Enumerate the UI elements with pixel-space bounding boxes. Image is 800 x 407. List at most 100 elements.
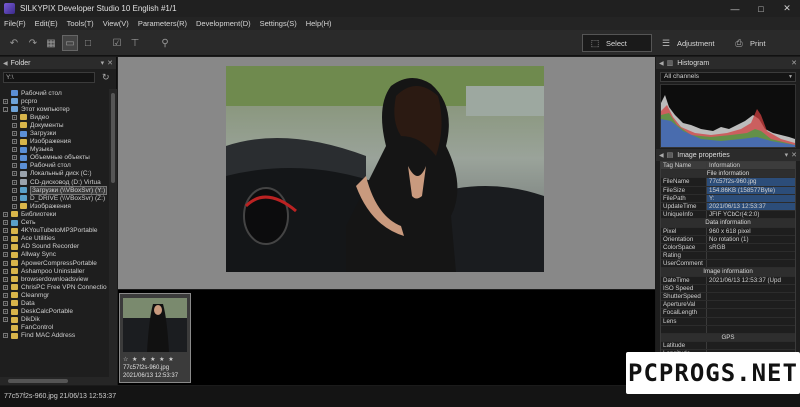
folder-tree-item[interactable]: + Объемные объекты <box>0 154 109 162</box>
folder-tree-item[interactable]: + Музыка <box>0 146 109 154</box>
expand-icon[interactable]: + <box>12 155 17 161</box>
expand-icon[interactable]: + <box>3 252 8 258</box>
properties-row[interactable]: FocalLength <box>661 309 795 318</box>
expand-icon[interactable]: + <box>3 300 8 306</box>
select-mode-button[interactable]: ⬚ Select <box>582 34 652 52</box>
menu-settings[interactable]: Settings(S) <box>260 19 297 28</box>
properties-row[interactable]: DateTime 2021/06/13 12:53:37 (Upd <box>661 276 795 285</box>
expand-icon[interactable]: + <box>3 317 8 323</box>
properties-row[interactable]: FilePath Y: <box>661 194 795 203</box>
expand-icon[interactable]: + <box>12 203 17 209</box>
menu-help[interactable]: Help(H) <box>306 19 332 28</box>
adjustment-mode-button[interactable]: ☰ Adjustment <box>660 34 730 52</box>
checkbox-icon[interactable]: ☑ <box>109 35 125 51</box>
folder-tree-item[interactable]: + Сеть <box>0 219 109 227</box>
refresh-icon[interactable]: ↻ <box>102 72 110 83</box>
maximize-button[interactable]: □ <box>748 0 774 17</box>
expand-icon[interactable]: + <box>3 333 8 339</box>
menu-edit[interactable]: Edit(E) <box>35 19 58 28</box>
image-viewer[interactable] <box>118 57 655 289</box>
expand-icon[interactable]: + <box>3 220 8 226</box>
folder-tree-item[interactable]: + Cleanmgr <box>0 291 109 299</box>
grid-view-icon[interactable]: ▦ <box>43 35 59 51</box>
histogram-channel-select[interactable]: All channels ▼ <box>660 72 796 82</box>
single-view-icon[interactable]: ▭ <box>62 35 78 51</box>
folder-tree-item[interactable]: + pcpro <box>0 97 109 105</box>
expand-icon[interactable]: + <box>3 244 8 250</box>
properties-section-header[interactable]: GPS <box>661 333 795 343</box>
properties-section-header[interactable]: File information <box>661 170 795 179</box>
expand-icon[interactable]: + <box>12 114 17 120</box>
folder-tree-item[interactable]: + Ace Utilities <box>0 235 109 243</box>
menu-tools[interactable]: Tools(T) <box>67 19 94 28</box>
folder-tree-item[interactable]: + Ashampoo Uninstaller <box>0 267 109 275</box>
expand-icon[interactable]: + <box>12 163 17 169</box>
folder-path-input[interactable] <box>3 71 95 83</box>
menu-parameters[interactable]: Parameters(R) <box>138 19 187 28</box>
collapse-arrow-icon[interactable]: ◀ <box>659 152 664 159</box>
expand-icon[interactable]: + <box>3 98 8 104</box>
expand-icon[interactable]: + <box>12 187 17 193</box>
properties-row[interactable]: FileName 77c57f2s-960.jpg <box>661 178 795 187</box>
print-mode-button[interactable]: ⎙ Print <box>733 34 793 52</box>
menu-view[interactable]: View(V) <box>103 19 129 28</box>
folder-tree-item[interactable]: + D_DRIVE (\\VBoxSvr) (Z:) <box>0 194 109 202</box>
properties-section-header[interactable]: Image information <box>661 268 795 277</box>
expand-icon[interactable]: + <box>12 147 17 153</box>
panel-close-icon[interactable]: ✕ <box>791 151 797 159</box>
properties-row[interactable]: Lens <box>661 317 795 326</box>
properties-row[interactable]: UniqueInfo JFIF YCbCr(4:2:0) <box>661 211 795 220</box>
folder-tree-item[interactable]: + DeskCalcPortable <box>0 308 109 316</box>
expand-icon[interactable]: + <box>3 276 8 282</box>
minimize-button[interactable]: — <box>722 0 748 17</box>
expand-icon[interactable]: + <box>12 195 17 201</box>
panel-menu-icon[interactable]: ▾ <box>101 59 105 67</box>
folder-tree-item[interactable]: + AD Sound Recorder <box>0 243 109 251</box>
straighten-icon[interactable]: ⊤ <box>127 35 143 51</box>
panel-close-icon[interactable]: ✕ <box>791 59 797 67</box>
expand-icon[interactable]: + <box>12 139 17 145</box>
properties-row[interactable]: UpdateTime 2021/06/13 12:53:37 <box>661 202 795 212</box>
collapse-arrow-icon[interactable]: ◀ <box>659 60 664 67</box>
properties-row[interactable]: Orientation No rotation (1) <box>661 235 795 244</box>
properties-row[interactable]: UserComment <box>661 260 795 269</box>
menu-file[interactable]: File(F) <box>4 19 26 28</box>
folder-tree-hscrollbar[interactable] <box>0 377 117 385</box>
folder-tree-item[interactable]: + Документы <box>0 121 109 129</box>
properties-row[interactable]: FileSize 154.86KB (158577Byte) <box>661 186 795 195</box>
folder-tree-item[interactable]: Рабочий стол <box>0 89 109 97</box>
expand-icon[interactable]: + <box>3 268 8 274</box>
folder-tree-vscrollbar[interactable] <box>109 89 117 377</box>
expand-icon[interactable]: + <box>3 284 8 290</box>
folder-tree-item[interactable]: FanControl <box>0 324 109 332</box>
close-button[interactable]: ✕ <box>774 0 800 17</box>
preview-icon[interactable]: □ <box>80 35 96 51</box>
rating-stars[interactable]: ☆ ★ ★ ★ ★ ★ <box>123 356 175 363</box>
properties-row[interactable]: Rating <box>661 252 795 261</box>
expand-icon[interactable]: + <box>3 228 8 234</box>
folder-tree-item[interactable]: + Find MAC Address <box>0 332 109 340</box>
folder-tree-item[interactable]: + Data <box>0 299 109 307</box>
folder-tree-item[interactable]: + Изображения <box>0 138 109 146</box>
menu-development[interactable]: Development(D) <box>196 19 251 28</box>
properties-row[interactable]: ApertureVal <box>661 301 795 310</box>
main-photo[interactable] <box>226 66 544 272</box>
properties-row[interactable]: ColorSpace sRGB <box>661 243 795 253</box>
panel-menu-icon[interactable]: ▾ <box>785 151 789 159</box>
folder-tree-item[interactable]: + ChrisPC Free VPN Connectio <box>0 283 109 291</box>
folder-tree-item[interactable]: + Загрузки (\\VBoxSvr) (Y:) <box>0 185 109 195</box>
properties-row[interactable]: Pixel 960 x 618 pixel <box>661 227 795 236</box>
inspect-icon[interactable]: ⚲ <box>157 35 173 51</box>
folder-tree-item[interactable]: + Библиотеки <box>0 210 109 218</box>
collapse-arrow-icon[interactable]: ◀ <box>3 60 8 67</box>
properties-section-header[interactable]: Data information <box>661 219 795 228</box>
undo-icon[interactable]: ↶ <box>6 35 22 51</box>
collapse-icon[interactable]: - <box>3 106 8 112</box>
expand-icon[interactable]: + <box>12 171 17 177</box>
expand-icon[interactable]: + <box>3 260 8 266</box>
folder-tree-item[interactable]: + DikDik <box>0 316 109 324</box>
folder-tree-item[interactable]: + Загрузки <box>0 129 109 137</box>
expand-icon[interactable]: + <box>3 292 8 298</box>
panel-close-icon[interactable]: ✕ <box>107 59 113 67</box>
expand-icon[interactable]: + <box>12 179 17 185</box>
